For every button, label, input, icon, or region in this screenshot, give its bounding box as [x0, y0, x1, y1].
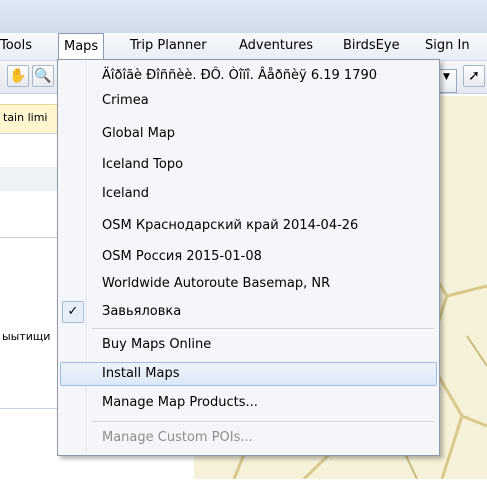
panel-divider	[0, 408, 60, 409]
buy-maps-online-item[interactable]: Buy Maps Online	[60, 333, 437, 357]
menu-item-label: Manage Custom POIs...	[102, 430, 253, 445]
map-item-crimea[interactable]: Crimea	[60, 89, 437, 113]
menu-sign-in[interactable]: Sign In	[425, 33, 470, 59]
menu-item-label: OSM Россия 2015-01-08	[102, 249, 262, 264]
pan-hand-icon[interactable]: ✋	[7, 65, 29, 87]
menu-item-label: Äîðîãè Ðîññèè. ÐÔ. Òîïî. Âåðñèÿ 6.19 179…	[102, 68, 378, 83]
menu-item-label: Iceland	[102, 186, 150, 201]
panel-divider	[0, 237, 60, 238]
menu-separator	[92, 328, 434, 330]
map-item-roads-russia[interactable]: Äîðîãè Ðîññèè. ÐÔ. Òîïî. Âåðñèÿ 6.19 179…	[60, 64, 437, 88]
map-item-iceland[interactable]: Iceland	[60, 182, 437, 206]
menu-tools[interactable]: Tools	[0, 33, 32, 59]
menu-maps[interactable]: Maps	[58, 33, 105, 60]
manage-map-products-item[interactable]: Manage Map Products...	[60, 391, 437, 415]
menu-birdseye[interactable]: BirdsEye	[343, 33, 400, 59]
map-item-worldwide-autoroute[interactable]: Worldwide Autoroute Basemap, NR	[60, 272, 437, 296]
menu-item-label: Worldwide Autoroute Basemap, NR	[102, 276, 331, 291]
menu-item-label: Crimea	[102, 93, 149, 108]
menu-item-label: Завьяловка	[102, 304, 182, 319]
menu-item-label: Global Map	[102, 126, 176, 141]
menu-item-label: Iceland Topo	[102, 157, 184, 172]
left-panel: ыытищи	[0, 133, 60, 479]
map-item-osm-krasnodar[interactable]: OSM Краснодарский край 2014-04-26	[60, 214, 437, 238]
panel-list-label: ыытищи	[2, 330, 51, 343]
manage-custom-pois-item: Manage Custom POIs...	[60, 426, 437, 450]
map-item-osm-russia[interactable]: OSM Россия 2015-01-08	[60, 245, 437, 269]
map-item-iceland-topo[interactable]: Iceland Topo	[60, 153, 437, 177]
menu-item-label: Buy Maps Online	[102, 337, 212, 352]
maps-dropdown-menu: Äîðîãè Ðîññèè. ÐÔ. Òîïî. Âåðñèÿ 6.19 179…	[57, 59, 440, 456]
map-selector-dropdown-arrow[interactable]: ▼	[437, 69, 457, 93]
map-item-global-map[interactable]: Global Map	[60, 122, 437, 146]
panel-header-band	[0, 167, 60, 191]
checkmark-icon: ✓	[62, 301, 84, 323]
menu-item-label: OSM Краснодарский край 2014-04-26	[102, 218, 359, 233]
route-tool-icon[interactable]: ➚	[463, 65, 485, 87]
menu-adventures[interactable]: Adventures	[239, 33, 313, 59]
window-title-strip	[0, 0, 487, 33]
map-item-zavyalovka[interactable]: ✓ Завьяловка	[60, 300, 437, 324]
menu-item-label: Manage Map Products...	[102, 395, 258, 410]
panel-divider	[0, 133, 60, 134]
menu-item-label: Install Maps	[102, 366, 180, 381]
zoom-magnifier-icon[interactable]: 🔍	[32, 65, 54, 87]
chevron-down-icon: ▼	[443, 72, 450, 82]
menu-separator	[92, 421, 434, 423]
warning-text: tain limi	[3, 111, 48, 124]
menu-bar: Tools Maps Trip Planner Adventures Birds…	[0, 33, 487, 61]
install-maps-item[interactable]: Install Maps	[60, 362, 437, 386]
menu-trip-planner[interactable]: Trip Planner	[130, 33, 207, 59]
